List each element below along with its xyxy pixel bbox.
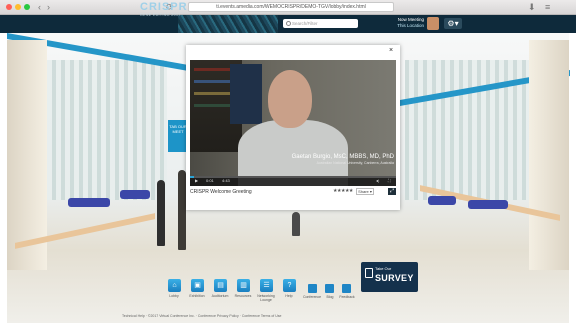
video-progress-bar[interactable] [190, 176, 396, 178]
fullscreen-icon[interactable]: ⛶ [388, 176, 391, 186]
clipboard-icon [365, 268, 373, 278]
pillar-left [7, 40, 47, 270]
speaker-caption: Gaetan Burgio, MsC, MBBS, MD, PhD Austra… [282, 154, 394, 165]
logo-title: CRISPR [140, 1, 188, 13]
sofa-right-2 [468, 200, 508, 209]
avatar-person-3 [292, 212, 300, 236]
volume-icon[interactable]: ◂) [376, 176, 379, 186]
maximize-window-icon[interactable] [24, 4, 30, 10]
avatar-person-2 [178, 170, 186, 250]
search-icon [286, 21, 291, 26]
meeting-line-2: This Location [397, 22, 424, 28]
take-survey-button[interactable]: Take Our SURVEY [361, 262, 418, 292]
video-title: CRISPR Welcome Greeting [190, 189, 252, 195]
minimize-window-icon[interactable] [15, 4, 21, 10]
dna-banner-image [178, 15, 278, 33]
lobby-button[interactable]: ⌂ [168, 279, 181, 292]
feedback-label: Feedback [339, 295, 355, 299]
expand-button[interactable]: ⤢ [388, 188, 396, 195]
search-input[interactable]: Search/Filter [283, 19, 358, 28]
auditorium-button[interactable]: ▤ [214, 279, 227, 292]
video-frame-poster [230, 64, 262, 124]
exhibition-button[interactable]: ▣ [191, 279, 204, 292]
back-arrow-icon[interactable]: ‹ [38, 2, 41, 13]
meeting-status[interactable]: Now Meeting This Location [380, 17, 424, 28]
avatar-person-1 [157, 180, 165, 246]
share-button[interactable]: Share ▾ [356, 188, 374, 195]
speaker-name: Gaetan Burgio, MsC, MBBS, MD, PhD [291, 154, 394, 160]
video-player[interactable]: Gaetan Burgio, MsC, MBBS, MD, PhD Austra… [190, 60, 396, 186]
footer-links[interactable]: Technical Help · ©2017 Virtual Conferenc… [122, 314, 281, 318]
forward-arrow-icon[interactable]: › [47, 2, 50, 13]
sofa-right-1 [428, 196, 456, 205]
close-icon[interactable]: × [389, 47, 393, 55]
side-tab[interactable]: TAB OUR MEET [168, 120, 188, 152]
address-bar[interactable]: ti.events.amedia.com/WEMOCRISPR/DEMO-TGV… [188, 2, 394, 12]
help-button[interactable]: ? [283, 279, 296, 292]
conference-button[interactable] [308, 284, 317, 293]
rating-stars[interactable]: ★★★★★ [333, 188, 353, 195]
feedback-button[interactable] [342, 284, 351, 293]
survey-label-main: SURVEY [375, 273, 414, 283]
download-icon[interactable]: ⬇ [528, 2, 536, 13]
time-total: 4:43 [222, 178, 230, 183]
menu-icon[interactable]: ≡ [545, 2, 550, 13]
avatar[interactable] [427, 17, 439, 30]
resources-button[interactable]: ▥ [237, 279, 250, 292]
settings-gear-button[interactable]: ⚙▾ [444, 18, 462, 29]
crispr-logo[interactable]: CRISPR GENE EDITING 2017 [140, 1, 188, 18]
video-progress-fill [190, 176, 195, 178]
time-current: 0:01 [206, 178, 214, 183]
sofa-left-2 [120, 190, 150, 199]
play-icon[interactable]: ▶ [195, 176, 198, 186]
pillar-right [529, 40, 569, 270]
speaker-role: Australian National University, Canberra… [316, 161, 394, 165]
logo-subtitle: GENE EDITING 2017 [140, 13, 181, 17]
blog-button[interactable] [325, 284, 334, 293]
speaker-head [268, 70, 312, 128]
browser-chrome: ‹ › ⟳ ti.events.amedia.com/WEMOCRISPR/DE… [0, 0, 576, 15]
video-controls: ▶ 0:01 4:43 ◂) ⛶ [190, 176, 396, 186]
networking-lounge-button[interactable]: ☰ [260, 279, 273, 292]
close-window-icon[interactable] [6, 4, 12, 10]
sofa-left-1 [68, 198, 110, 207]
survey-label-top: Take Our [375, 266, 392, 271]
